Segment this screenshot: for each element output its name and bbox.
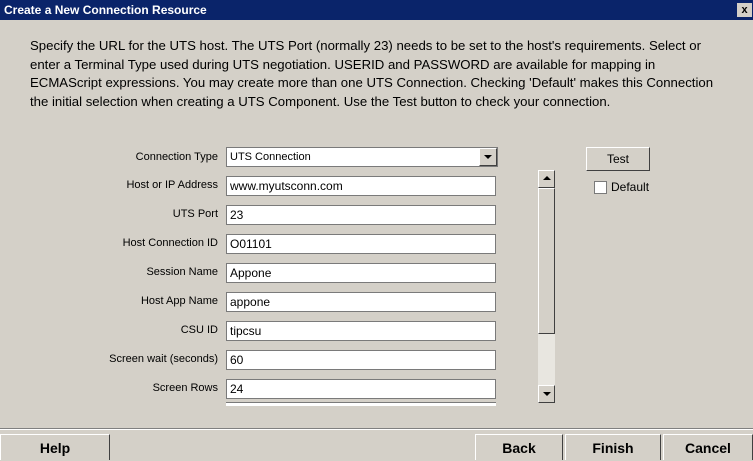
cancel-button[interactable]: Cancel: [663, 434, 753, 460]
finish-button[interactable]: Finish: [565, 434, 661, 460]
default-checkbox-label: Default: [611, 180, 650, 194]
host-input[interactable]: www.myutsconn.com: [226, 176, 496, 196]
help-button[interactable]: Help: [0, 434, 110, 460]
port-label: UTS Port: [172, 208, 218, 220]
back-button[interactable]: Back: [475, 434, 563, 460]
port-input[interactable]: 23: [226, 205, 496, 225]
test-button[interactable]: Test: [586, 147, 650, 171]
connection-type-select[interactable]: UTS Connection: [226, 147, 498, 167]
next-field-edge: [226, 402, 496, 406]
session-name-label: Session Name: [146, 266, 218, 278]
title-bar: Create a New Connection Resource x: [0, 0, 753, 20]
session-name-input[interactable]: Appone: [226, 263, 496, 283]
screen-wait-input[interactable]: 60: [226, 350, 496, 370]
footer-divider-highlight: [0, 429, 753, 430]
csu-id-label: CSU ID: [180, 324, 218, 336]
scrollbar-thumb[interactable]: [538, 188, 555, 334]
host-app-name-input[interactable]: appone: [226, 292, 496, 312]
connection-type-dropdown-button[interactable]: [479, 148, 497, 166]
scroll-up-button[interactable]: [538, 170, 555, 188]
host-label: Host or IP Address: [126, 179, 218, 191]
screen-rows-label: Screen Rows: [152, 382, 218, 394]
chevron-down-icon: [484, 155, 492, 159]
host-connection-id-input[interactable]: O01101: [226, 234, 496, 254]
instructions-text: Specify the URL for the UTS host. The UT…: [30, 38, 714, 109]
host-connection-id-label: Host Connection ID: [122, 237, 218, 249]
csu-id-input[interactable]: tipcsu: [226, 321, 496, 341]
close-icon[interactable]: x: [737, 3, 752, 17]
host-app-name-label: Host App Name: [140, 295, 218, 307]
chevron-up-icon: [543, 176, 551, 180]
window-title: Create a New Connection Resource: [4, 3, 207, 17]
connection-type-label: Connection Type: [135, 151, 218, 163]
scroll-down-button[interactable]: [538, 385, 555, 403]
screen-wait-label: Screen wait (seconds): [109, 353, 218, 365]
chevron-down-icon: [543, 392, 551, 396]
default-checkbox[interactable]: [594, 181, 607, 194]
screen-rows-input[interactable]: 24: [226, 379, 496, 399]
